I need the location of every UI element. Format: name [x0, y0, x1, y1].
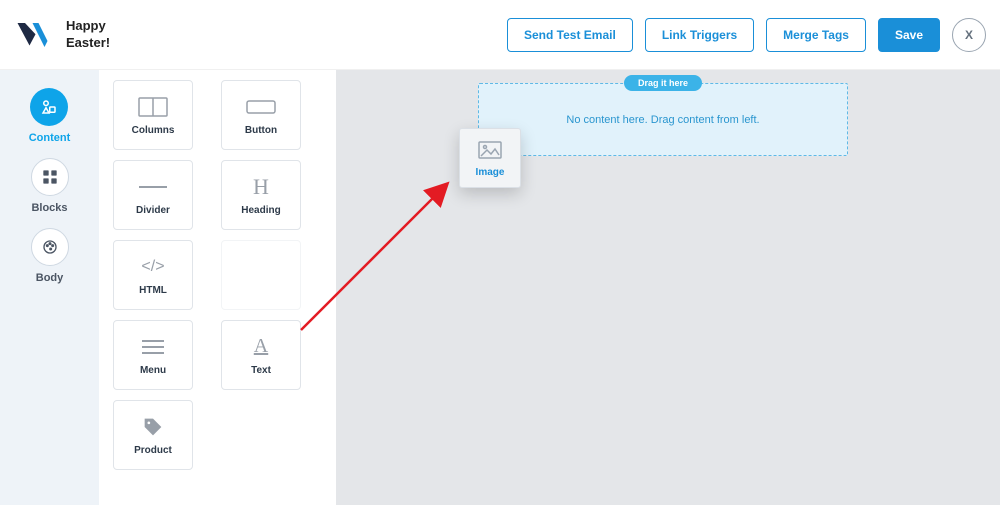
component-menu[interactable]: Menu — [113, 320, 193, 390]
page-title: Happy Easter! — [66, 18, 110, 51]
component-label: Image — [476, 167, 505, 178]
link-triggers-button[interactable]: Link Triggers — [645, 18, 754, 52]
header-actions: Send Test Email Link Triggers Merge Tags… — [507, 18, 986, 52]
content-icon — [30, 88, 68, 126]
send-test-email-button[interactable]: Send Test Email — [507, 18, 633, 52]
component-label: Button — [245, 125, 277, 136]
drop-zone[interactable]: Drag it here No content here. Drag conte… — [478, 83, 848, 156]
menu-icon — [137, 335, 169, 359]
drop-zone-text: No content here. Drag content from left. — [566, 114, 759, 126]
rail-tab-content[interactable]: Content — [29, 88, 71, 144]
component-label: Columns — [132, 125, 175, 136]
header-left: Happy Easter! — [16, 18, 110, 51]
app-logo-icon — [16, 21, 52, 49]
component-heading[interactable]: H Heading — [221, 160, 301, 230]
rail-label: Blocks — [31, 202, 67, 214]
component-label: Divider — [136, 205, 170, 216]
header: Happy Easter! Send Test Email Link Trigg… — [0, 0, 1000, 70]
app-body: Content Blocks Body — [0, 70, 1000, 505]
component-divider[interactable]: Divider — [113, 160, 193, 230]
component-empty-slot — [221, 240, 301, 310]
body-icon — [31, 228, 69, 266]
rail-tab-blocks[interactable]: Blocks — [31, 158, 69, 214]
button-icon — [245, 95, 277, 119]
component-label: HTML — [139, 285, 167, 296]
component-product[interactable]: Product — [113, 400, 193, 470]
merge-tags-button[interactable]: Merge Tags — [766, 18, 866, 52]
columns-icon — [137, 95, 169, 119]
close-button[interactable]: X — [952, 18, 986, 52]
dragging-component-image[interactable]: Image — [459, 128, 521, 188]
canvas-area: Drag it here No content here. Drag conte… — [336, 70, 1000, 505]
component-text[interactable]: A Text — [221, 320, 301, 390]
email-canvas[interactable]: Drag it here No content here. Drag conte… — [346, 70, 990, 505]
text-icon: A — [245, 335, 277, 359]
sidebar-rail: Content Blocks Body — [0, 70, 99, 505]
component-button[interactable]: Button — [221, 80, 301, 150]
heading-icon: H — [245, 175, 277, 199]
rail-label: Body — [36, 272, 64, 284]
drop-zone-pill: Drag it here — [624, 75, 702, 91]
blocks-icon — [31, 158, 69, 196]
rail-label: Content — [29, 132, 71, 144]
component-html[interactable]: </> HTML — [113, 240, 193, 310]
component-label: Heading — [241, 205, 280, 216]
image-icon — [474, 138, 506, 162]
divider-icon — [137, 175, 169, 199]
component-label: Product — [134, 445, 172, 456]
html-icon: </> — [137, 255, 169, 279]
save-button[interactable]: Save — [878, 18, 940, 52]
product-icon — [137, 415, 169, 439]
components-panel: Columns Button Divider H Heading — [99, 70, 336, 505]
component-label: Menu — [140, 365, 166, 376]
component-columns[interactable]: Columns — [113, 80, 193, 150]
component-label: Text — [251, 365, 271, 376]
rail-tab-body[interactable]: Body — [31, 228, 69, 284]
